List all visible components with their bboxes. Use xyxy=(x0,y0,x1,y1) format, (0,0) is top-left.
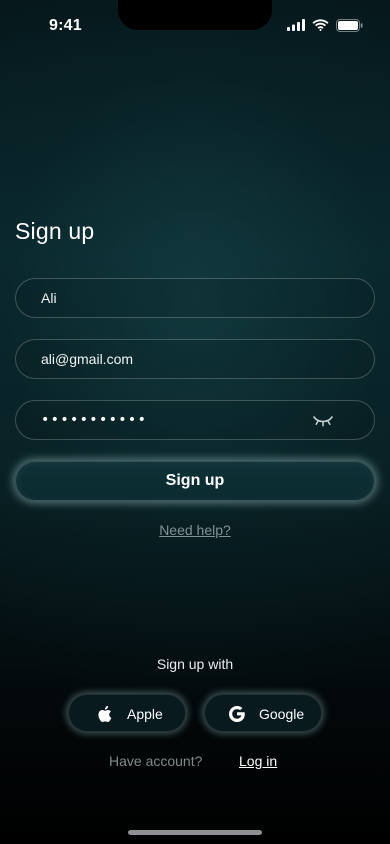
google-button-label: Google xyxy=(259,706,305,722)
eye-closed-icon[interactable] xyxy=(312,413,334,429)
name-field-value[interactable]: Ali xyxy=(41,290,57,306)
google-icon xyxy=(229,706,245,722)
login-link[interactable]: Log in xyxy=(239,753,277,769)
email-field-value[interactable]: ali@gmail.com xyxy=(41,351,133,367)
need-help-link[interactable]: Need help? xyxy=(0,522,390,538)
password-field-value[interactable]: ••••••••••• xyxy=(41,413,147,427)
password-field[interactable]: ••••••••••• xyxy=(15,400,375,440)
signup-screen: 9:41 Sign up Ali ali@gmail.com •••••••••… xyxy=(0,0,390,844)
status-icons xyxy=(287,17,363,33)
status-bar: 9:41 xyxy=(0,0,390,50)
page-title: Sign up xyxy=(15,218,95,244)
apple-button-label: Apple xyxy=(127,706,163,722)
signup-button[interactable]: Sign up xyxy=(15,461,375,501)
home-indicator[interactable] xyxy=(128,830,262,835)
have-account-text: Have account? xyxy=(109,753,203,769)
apple-icon xyxy=(98,705,112,722)
wifi-icon xyxy=(312,19,329,31)
apple-signup-button[interactable]: Apple xyxy=(68,694,186,732)
name-field[interactable]: Ali xyxy=(15,278,375,318)
social-signup-heading: Sign up with xyxy=(156,656,234,672)
battery-icon xyxy=(336,18,363,32)
status-time: 9:41 xyxy=(49,17,82,34)
google-signup-button[interactable]: Google xyxy=(204,694,322,732)
email-field[interactable]: ali@gmail.com xyxy=(15,339,375,379)
cellular-signal-icon xyxy=(287,19,305,31)
device-notch xyxy=(118,0,272,30)
